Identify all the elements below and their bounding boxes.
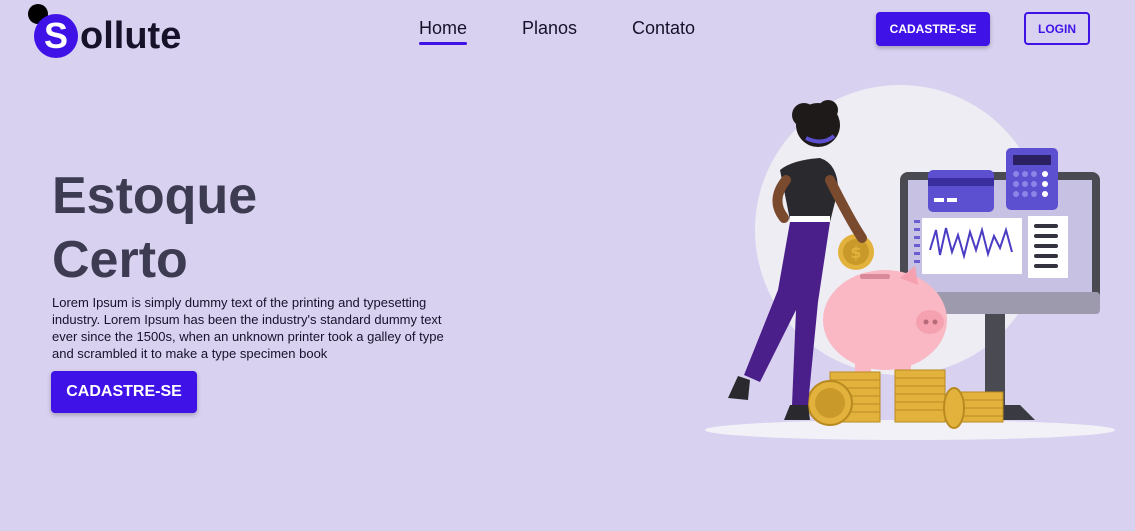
logo-letter: S (34, 14, 78, 58)
signup-button-header[interactable]: CADASTRE-SE (876, 12, 990, 46)
brand-logo[interactable]: S ollute (26, 4, 196, 58)
nav-planos[interactable]: Planos (522, 18, 577, 39)
coin-symbol: $ (850, 243, 861, 262)
credit-card (928, 170, 994, 212)
hero-title-line2: Certo (52, 231, 188, 289)
logo-text: ollute (80, 15, 182, 57)
signup-button-hero[interactable]: CADASTRE-SE (51, 371, 197, 413)
hero-title-line1: Estoque (52, 167, 258, 225)
hero-description: Lorem Ipsum is simply dummy text of the … (52, 295, 444, 361)
hero-title: Estoque Certo (52, 164, 352, 292)
ground-shadow (705, 420, 1115, 440)
login-button[interactable]: LOGIN (1024, 12, 1090, 45)
savings-illustration: $ (705, 85, 1115, 440)
nav-home[interactable]: Home (419, 18, 468, 45)
graph-panel (922, 218, 1022, 274)
large-coin-right (943, 387, 965, 429)
nav-contato[interactable]: Contato (632, 18, 695, 39)
